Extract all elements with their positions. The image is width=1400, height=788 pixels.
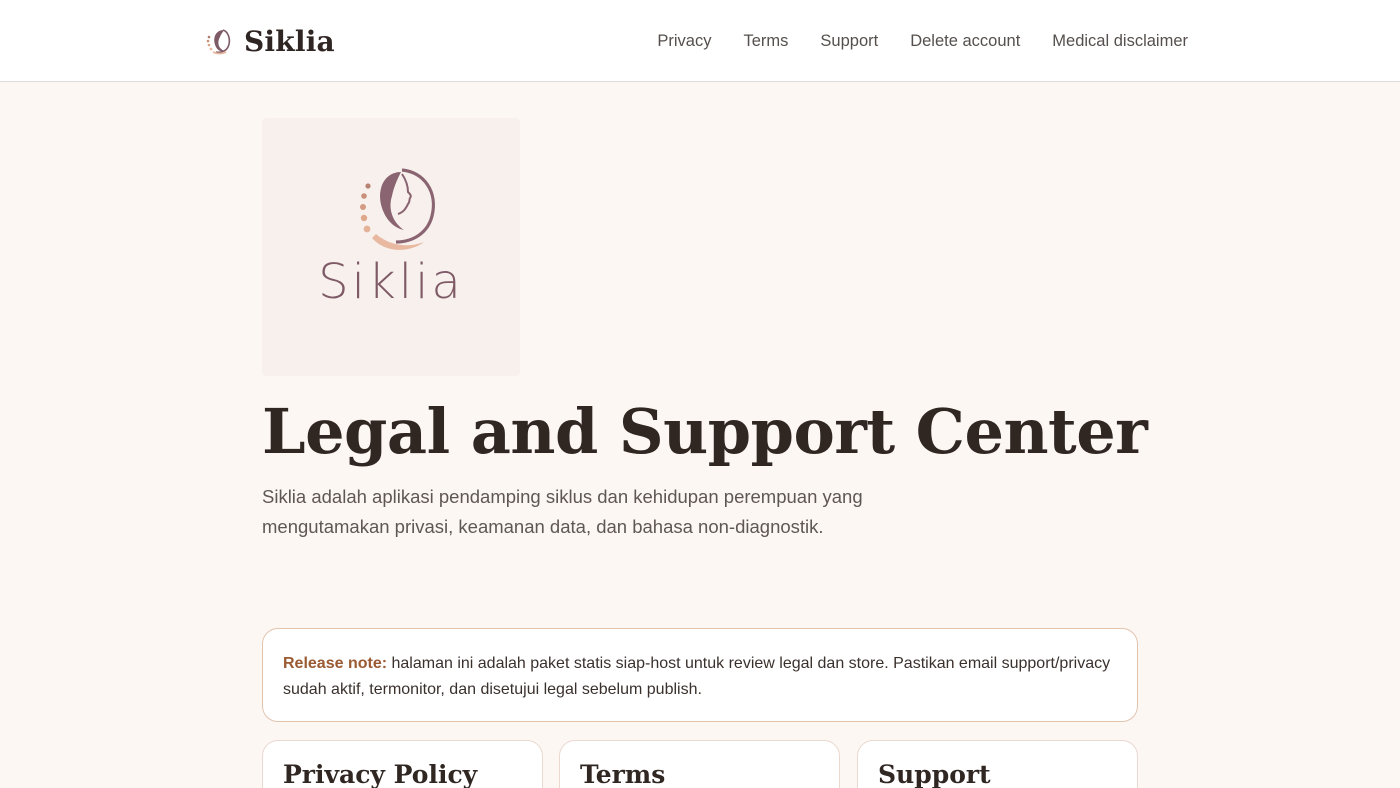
nav-link-delete-account[interactable]: Delete account	[910, 30, 1020, 52]
brand-home-link[interactable]: Siklia	[204, 22, 335, 60]
card-terms[interactable]: Terms	[559, 740, 840, 788]
release-note-text: halaman ini adalah paket statis siap-hos…	[283, 655, 1111, 698]
nav-link-terms[interactable]: Terms	[743, 30, 788, 52]
siklia-logo-icon	[206, 29, 231, 55]
top-navigation-bar: Siklia Privacy Terms Support Delete acco…	[0, 0, 1400, 82]
nav-link-privacy[interactable]: Privacy	[657, 30, 711, 52]
hero-logo-image: Siklia	[262, 118, 520, 376]
card-privacy-policy[interactable]: Privacy Policy	[262, 740, 543, 788]
card-title: Privacy Policy	[283, 760, 478, 788]
nav-link-medical-disclaimer[interactable]: Medical disclaimer	[1052, 30, 1188, 52]
logo-wordmark: Siklia	[318, 254, 464, 310]
release-note-banner: Release note: halaman ini adalah paket s…	[262, 628, 1138, 722]
main-nav: Privacy Terms Support Delete account Med…	[657, 30, 1188, 52]
siklia-logo-emblem-icon	[360, 168, 435, 250]
card-support[interactable]: Support	[857, 740, 1138, 788]
card-title: Terms	[580, 760, 666, 788]
card-title: Support	[878, 760, 991, 788]
release-note-label: Release note:	[283, 655, 388, 672]
brand-name: Siklia	[244, 24, 335, 58]
page-title: Legal and Support Center	[262, 395, 1148, 468]
nav-link-support[interactable]: Support	[820, 30, 878, 52]
page-subtitle: Siklia adalah aplikasi pendamping siklus…	[262, 486, 863, 537]
